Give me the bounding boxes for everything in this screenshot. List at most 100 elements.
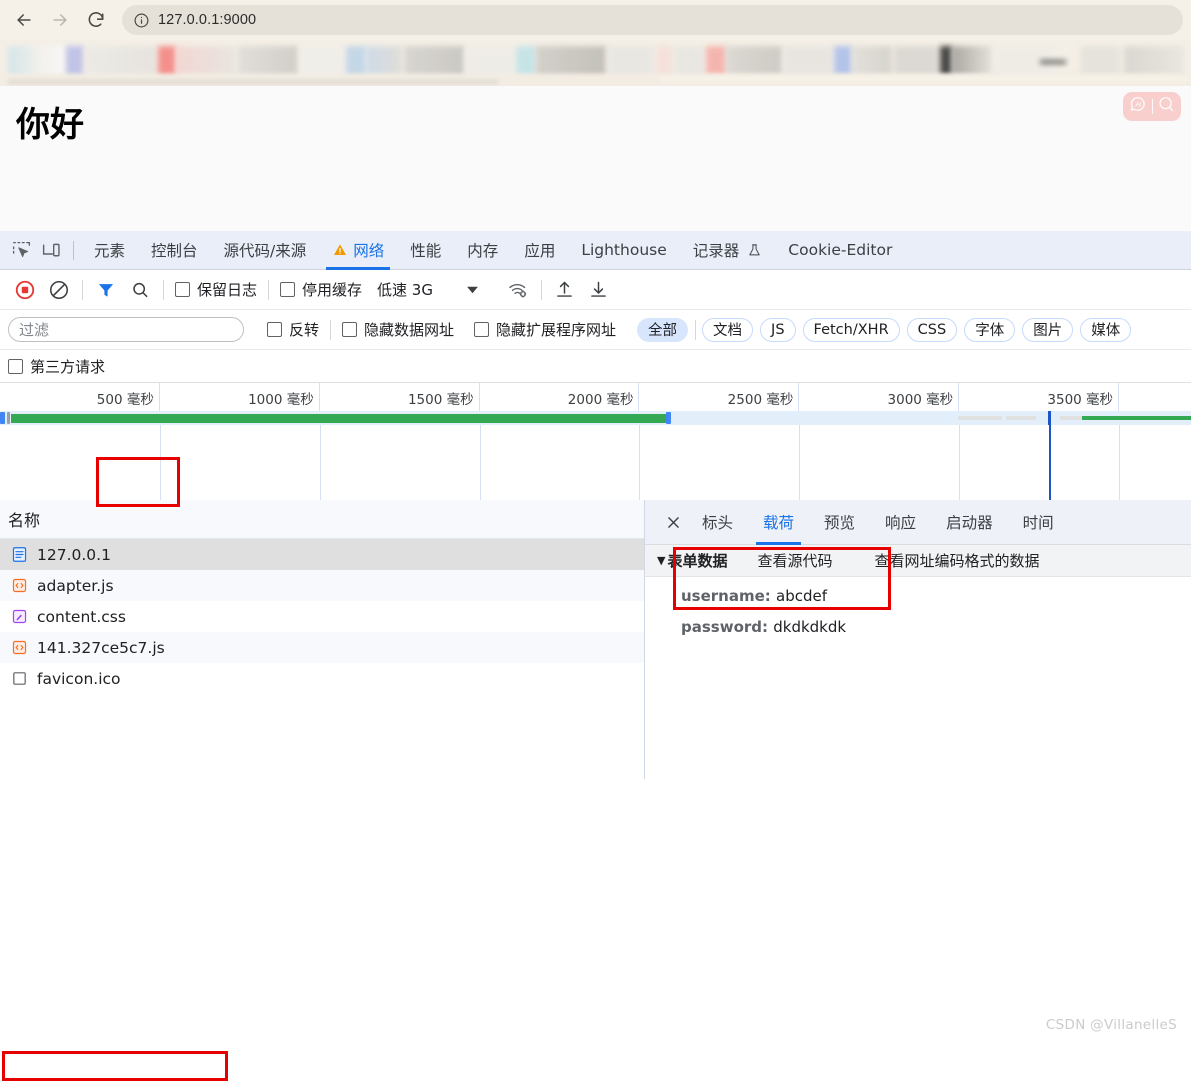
devtools-tab-6[interactable]: 应用 (511, 231, 568, 270)
devtools-tab-2[interactable]: 源代码/来源 (211, 231, 320, 270)
devtools-tab-3[interactable]: 网络 (319, 231, 397, 270)
pill-divider (695, 319, 697, 340)
devtools-tab-label: 应用 (524, 242, 556, 260)
bookmarks-bar[interactable] (0, 40, 1191, 86)
detail-tab-label: 预览 (824, 514, 856, 532)
disable-cache-checkbox[interactable]: 停用缓存 (275, 279, 367, 300)
section-title[interactable]: ▼ 表单数据 (657, 550, 727, 571)
request-row[interactable]: favicon.ico (0, 663, 644, 694)
toolbar-divider-4 (540, 279, 542, 300)
overview-ghost-1 (958, 416, 1002, 420)
site-info-icon[interactable] (132, 11, 150, 29)
filter-input[interactable] (8, 317, 244, 342)
detail-tab-5[interactable]: 时间 (1008, 500, 1069, 545)
event-spacer (1046, 411, 1048, 500)
request-row[interactable]: 141.327ce5c7.js (0, 632, 644, 663)
filter-funnel-icon[interactable] (89, 273, 123, 307)
preserve-log-box[interactable] (175, 282, 190, 297)
type-filter-4[interactable]: CSS (906, 317, 958, 342)
network-conditions-icon[interactable] (501, 273, 535, 307)
export-har-icon[interactable] (582, 273, 616, 307)
highlight-box-selected-request (2, 1051, 228, 1081)
throttling-select[interactable]: 低速 3G (377, 279, 433, 300)
address-bar[interactable]: 127.0.0.1:9000 (122, 5, 1183, 35)
window-handle-left-grip[interactable] (7, 412, 10, 424)
request-row[interactable]: content.css (0, 601, 644, 632)
view-source-link[interactable]: 查看源代码 (757, 550, 832, 571)
hide-extension-urls-box[interactable] (474, 322, 490, 337)
invert-checkbox[interactable]: 反转 (262, 319, 324, 340)
chevron-down-icon[interactable] (461, 278, 485, 302)
devtools-tab-0[interactable]: 元素 (81, 231, 138, 270)
ai-assistant-badge[interactable]: AI (1123, 92, 1181, 121)
view-url-encoded-link[interactable]: 查看网址编码格式的数据 (875, 550, 1040, 571)
detail-tab-3[interactable]: 响应 (870, 500, 931, 545)
third-party-box[interactable] (8, 358, 23, 374)
timeline-tick-6: 3500 毫秒 (0, 383, 1120, 411)
badge-divider (1151, 99, 1153, 114)
timeline-window[interactable] (0, 411, 1191, 425)
window-handle-left[interactable] (0, 412, 5, 424)
hide-extension-urls-checkbox[interactable]: 隐藏扩展程序网址 (469, 319, 621, 340)
close-icon[interactable] (659, 508, 687, 536)
search-icon[interactable] (123, 273, 157, 307)
toolbar-divider-3 (268, 279, 270, 300)
devtools-tab-8[interactable]: 记录器 (680, 231, 776, 270)
reload-icon[interactable] (80, 4, 112, 36)
request-list-header[interactable]: 名称 (0, 500, 644, 539)
request-row[interactable]: 127.0.0.1 (0, 539, 644, 570)
request-name: 141.327ce5c7.js (37, 638, 165, 657)
clear-icon[interactable] (42, 273, 76, 307)
type-filter-0[interactable]: 全部 (637, 317, 689, 342)
import-har-icon[interactable] (548, 273, 582, 307)
browser-toolbar: 127.0.0.1:9000 (0, 0, 1191, 40)
type-filter-3[interactable]: Fetch/XHR (802, 317, 900, 342)
type-filter-label: 图片 (1033, 323, 1063, 339)
forward-icon[interactable] (44, 4, 76, 36)
devtools-tab-1[interactable]: 控制台 (138, 231, 211, 270)
detail-tab-0[interactable]: 标头 (687, 500, 748, 545)
search-icon[interactable] (1156, 94, 1177, 120)
record-stop-icon[interactable] (8, 273, 42, 307)
preserve-log-checkbox[interactable]: 保留日志 (170, 279, 262, 300)
devtools-tab-label: 网络 (353, 242, 385, 260)
type-filter-6[interactable]: 图片 (1022, 317, 1074, 342)
devtools-tab-label: 控制台 (151, 242, 198, 260)
detail-tab-label: 响应 (885, 514, 917, 532)
chevron-down-icon[interactable]: ▼ (657, 554, 665, 567)
inspect-element-icon[interactable] (6, 235, 36, 265)
script-icon (10, 577, 28, 595)
disable-cache-box[interactable] (280, 282, 296, 297)
back-icon[interactable] (8, 4, 40, 36)
devtools-tab-4[interactable]: 性能 (397, 231, 454, 270)
stylesheet-icon (10, 608, 28, 626)
third-party-checkbox[interactable]: 第三方请求 (8, 356, 110, 377)
devtools-tab-label: 源代码/来源 (223, 242, 307, 260)
field-key: username: (681, 587, 777, 605)
network-overview[interactable]: 500 毫秒 1000 毫秒 1500 毫秒 2000 毫秒 2500 毫秒 3000 毫… (0, 382, 1191, 500)
request-list[interactable]: 名称 127.0.0.1 adapter.js content.css 141.327… (0, 500, 645, 1081)
request-row[interactable]: adapter.js (0, 570, 644, 601)
ai-chat-icon[interactable]: AI (1128, 94, 1149, 120)
dom-event-cap (1048, 411, 1050, 425)
detail-tab-1[interactable]: 载荷 (748, 500, 809, 545)
type-filter-2[interactable]: JS (760, 317, 796, 342)
detail-tab-4[interactable]: 启动器 (931, 500, 1008, 545)
type-filter-1[interactable]: 文档 (702, 317, 754, 342)
hide-data-urls-box[interactable] (342, 322, 358, 337)
resource-type-filters: 全部 文档 JS Fetch/XHR CSS 字体 图片 媒体 (637, 317, 1138, 342)
device-toolbar-icon[interactable] (36, 235, 66, 265)
window-handle-right[interactable] (666, 412, 671, 424)
field-value: abcdef (776, 587, 828, 605)
type-filter-label: 字体 (975, 323, 1005, 339)
devtools-tab-5[interactable]: 内存 (454, 231, 511, 270)
form-data-section-header[interactable]: ▼ 表单数据 查看源代码 查看网址编码格式的数据 (645, 545, 1191, 577)
devtools-tab-7[interactable]: Lighthouse (568, 231, 679, 270)
devtools-tab-9[interactable]: Cookie-Editor (775, 231, 905, 270)
type-filter-5[interactable]: 字体 (964, 317, 1016, 342)
invert-box[interactable] (267, 322, 282, 337)
detail-tab-2[interactable]: 预览 (809, 500, 870, 545)
hide-data-urls-checkbox[interactable]: 隐藏数据网址 (337, 319, 459, 340)
devtools-tabbar: 元素 控制台 源代码/来源 网络 性能 内存 应用 Lighthouse 记录器 Cookie-E… (0, 231, 1191, 270)
type-filter-7[interactable]: 媒体 (1080, 317, 1132, 342)
